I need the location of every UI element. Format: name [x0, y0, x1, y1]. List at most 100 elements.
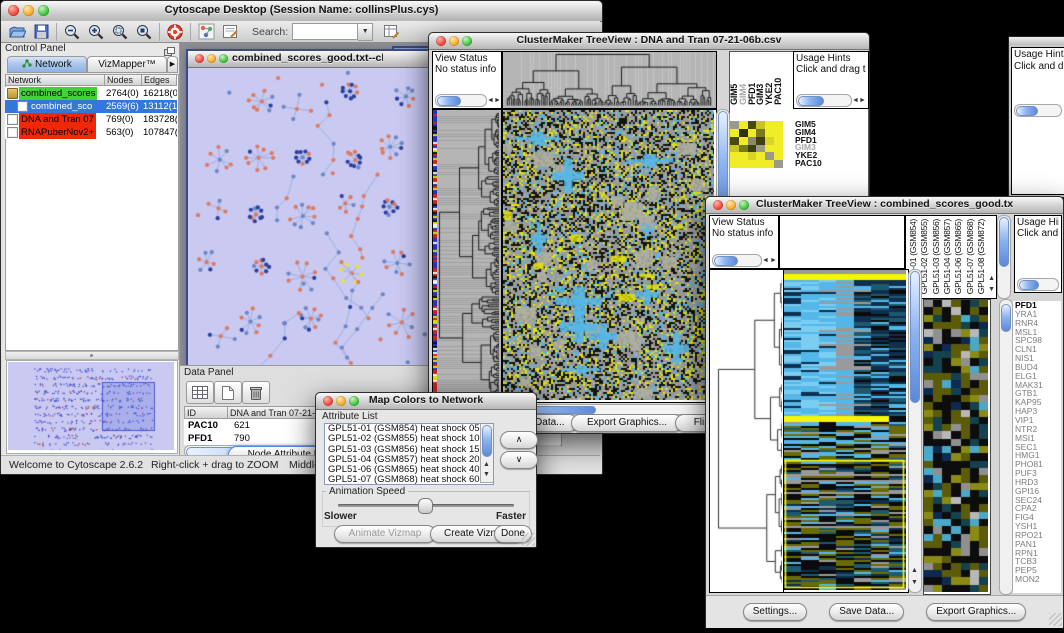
background-window-titlebar[interactable] [1009, 37, 1064, 45]
scroll-left-arrow[interactable]: ◄ [762, 256, 769, 265]
scroll-right-arrow[interactable]: ► [859, 96, 866, 105]
scroll-up-arrow[interactable]: ▲ [911, 566, 918, 575]
resize-grip[interactable] [522, 533, 535, 546]
gene-list-scrollbar[interactable] [999, 299, 1013, 595]
matrix-cell[interactable] [748, 152, 757, 160]
tab-overflow-button[interactable]: ▶ [167, 56, 178, 73]
zoom-out-button[interactable] [60, 22, 84, 42]
delete-attribute-button[interactable] [242, 381, 270, 404]
zoom-heatmap[interactable] [924, 300, 988, 592]
close-button[interactable] [8, 5, 19, 16]
matrix-cell[interactable] [756, 121, 765, 129]
usage-hints-scrollbar[interactable] [1017, 278, 1059, 291]
network-list-item[interactable]: DNA and Tran 07769(0)183728(0) [5, 113, 177, 126]
open-session-button[interactable] [5, 22, 29, 42]
scroll-up-arrow[interactable]: ▲ [483, 460, 490, 469]
scroll-down-arrow[interactable]: ▼ [988, 285, 995, 294]
minimize-button[interactable] [449, 36, 459, 46]
usage-hints-scrollbar[interactable] [1014, 104, 1062, 117]
matrix-cell[interactable] [756, 129, 765, 137]
matrix-cell[interactable] [730, 152, 739, 160]
matrix-cell[interactable] [765, 129, 774, 137]
birdseye-view[interactable] [8, 362, 174, 450]
matrix-cell[interactable] [748, 137, 757, 145]
annotation-button[interactable] [218, 22, 242, 42]
matrix-cell[interactable] [748, 129, 757, 137]
matrix-cell[interactable] [756, 137, 765, 145]
attribute-browser-button[interactable] [379, 22, 403, 42]
matrix-cell[interactable] [739, 160, 748, 168]
scrollbar-thumb[interactable] [1001, 304, 1011, 332]
matrix-cell[interactable] [748, 121, 757, 129]
matrix-cell[interactable] [765, 145, 774, 153]
scrollbar-thumb[interactable] [999, 217, 1009, 267]
list-vscrollbar[interactable]: ▲ ▼ [480, 424, 493, 483]
row-dendrogram[interactable] [437, 110, 499, 400]
move-down-button[interactable]: ∨ [500, 451, 538, 469]
scrollbar-thumb[interactable] [482, 425, 492, 457]
treeview2-button-3[interactable]: Export Graphics... [926, 603, 1026, 621]
global-heatmap[interactable] [784, 270, 906, 590]
view-status-scrollbar[interactable] [435, 94, 487, 107]
zoom-window-button[interactable] [739, 200, 749, 210]
search-input[interactable] [292, 23, 358, 40]
scroll-right-arrow[interactable]: ► [770, 256, 777, 265]
scroll-right-arrow[interactable]: ► [494, 96, 501, 105]
frame-minimize-button[interactable] [207, 54, 216, 63]
matrix-cell[interactable] [730, 121, 739, 129]
matrix-cell[interactable] [765, 160, 774, 168]
treeview2-button-2[interactable]: Save Data... [829, 603, 904, 621]
matrix-cell[interactable] [739, 145, 748, 153]
scroll-left-arrow[interactable]: ◄ [852, 96, 859, 105]
matrix-cell[interactable] [748, 145, 757, 153]
network-list-item[interactable]: RNAPuberNov2+563(0)107847(0) [5, 126, 177, 139]
new-attribute-button[interactable] [214, 381, 242, 404]
close-button[interactable] [713, 200, 723, 210]
global-heatmap[interactable] [503, 110, 714, 400]
matrix-cell[interactable] [774, 152, 783, 160]
view-status-scrollbar[interactable] [712, 254, 762, 267]
matrix-cell[interactable] [739, 137, 748, 145]
tab-network[interactable]: Network [7, 56, 87, 73]
network-overview-button[interactable] [163, 22, 187, 42]
network-list-item[interactable]: combined_scores2764(0)16218(0) [5, 87, 177, 100]
scrollbar-thumb[interactable] [910, 271, 920, 403]
matrix-cell[interactable] [739, 121, 748, 129]
id-column-header[interactable]: ID [184, 406, 228, 419]
matrix-cell[interactable] [739, 152, 748, 160]
cytoscape-titlebar[interactable]: Cytoscape Desktop (Session Name: collins… [1, 1, 602, 22]
close-button[interactable] [323, 396, 333, 406]
scroll-up-arrow[interactable]: ▲ [988, 274, 995, 283]
panel-splitter[interactable] [5, 351, 179, 360]
matrix-cell[interactable] [756, 160, 765, 168]
frame-zoom-button[interactable] [219, 54, 228, 63]
gene-list[interactable]: PFD1YRA1RNR4MSL1SPC98CLN1NIS1BUD4ELG1MAK… [1013, 301, 1061, 593]
gene-label[interactable]: MON2 [1013, 575, 1061, 584]
matrix-cell[interactable] [739, 129, 748, 137]
zoom-fit-button[interactable] [108, 22, 132, 42]
matrix-cell[interactable] [774, 129, 783, 137]
column-header-nodes[interactable]: Nodes [104, 74, 142, 86]
select-attributes-button[interactable] [186, 381, 214, 404]
animate-vizmap-button[interactable]: Animate Vizmap [334, 525, 436, 543]
column-dendrogram[interactable] [503, 52, 714, 106]
heatmap-vscrollbar[interactable]: ▲ ▼ [908, 269, 922, 593]
matrix-cell[interactable] [765, 137, 774, 145]
matrix-cell[interactable] [765, 121, 774, 129]
treeview2-button-1[interactable]: Settings... [743, 603, 807, 621]
zoom-window-button[interactable] [38, 5, 49, 16]
treeview1-titlebar[interactable]: ClusterMaker TreeView : DNA and Tran 07-… [429, 33, 869, 50]
matrix-cell[interactable] [730, 160, 739, 168]
scroll-down-arrow[interactable]: ▼ [911, 578, 918, 587]
column-dendrogram-panel[interactable] [779, 215, 905, 269]
matrix-cell[interactable] [765, 152, 774, 160]
vizmapper-button[interactable] [194, 22, 218, 42]
matrix-cell[interactable] [774, 137, 783, 145]
scroll-left-arrow[interactable]: ◄ [487, 96, 494, 105]
resize-grip[interactable] [1049, 613, 1062, 626]
attribute-listbox[interactable]: GPL51-01 (GSM854) heat shock 05 minGPL51… [324, 423, 494, 485]
usage-hints-scrollbar[interactable] [796, 94, 852, 107]
move-up-button[interactable]: ∧ [500, 431, 538, 449]
treeview1-button-2[interactable]: Export Graphics... [571, 414, 683, 432]
column-header-network[interactable]: Network [5, 74, 105, 86]
